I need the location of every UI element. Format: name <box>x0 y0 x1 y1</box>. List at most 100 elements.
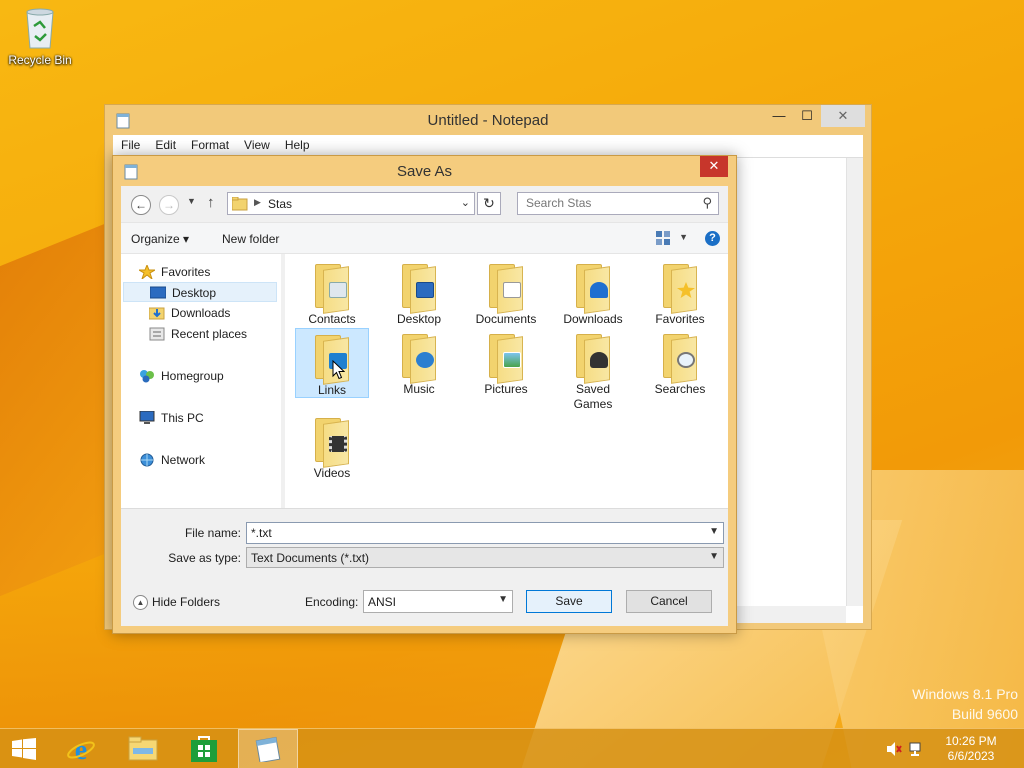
folder-label: Pictures <box>484 382 528 396</box>
notepad-title: Untitled - Notepad <box>427 112 549 129</box>
dialog-titlebar[interactable]: Save As ✕ <box>113 156 736 186</box>
homegroup-icon <box>139 369 155 383</box>
favorites-folder-icon <box>659 264 701 314</box>
encoding-select[interactable]: ANSI ▼ <box>363 590 513 613</box>
music-folder-icon <box>398 334 440 384</box>
system-tray: 10:26 PM 6/6/2023 <box>884 729 1024 768</box>
watermark-build: Build 9600 <box>951 706 1018 722</box>
search-placeholder: Search Stas <box>526 196 592 210</box>
internet-explorer-icon: e <box>67 735 95 763</box>
taskbar: e 10:26 PM 6/6/2023 <box>0 728 1024 768</box>
network-tray-icon[interactable] <box>908 741 924 757</box>
chevron-up-icon: ▲ <box>133 595 148 611</box>
taskbar-internet-explorer[interactable]: e <box>52 729 112 768</box>
nav-favorites[interactable]: Favorites <box>121 262 277 282</box>
address-bar[interactable]: ▶ Stas ⌄ <box>227 192 475 215</box>
close-button[interactable]: ✕ <box>821 105 865 127</box>
save-button[interactable]: Save <box>526 590 612 613</box>
save-type-select[interactable]: Text Documents (*.txt) ▼ <box>246 547 724 568</box>
address-dropdown-icon[interactable]: ⌄ <box>461 196 470 209</box>
speaker-muted-icon[interactable] <box>886 741 902 757</box>
folder-view: Contacts Desktop Documents Downloads Fav… <box>285 254 728 508</box>
recycle-bin[interactable]: Recycle Bin <box>6 6 74 67</box>
star-icon <box>137 263 157 281</box>
folder-videos[interactable]: Videos <box>295 412 369 482</box>
clock-time: 10:26 PM <box>945 734 997 748</box>
view-dropdown-icon[interactable]: ▼ <box>679 232 688 242</box>
menu-file[interactable]: File <box>113 135 147 157</box>
minimize-button[interactable]: — <box>765 105 793 127</box>
dialog-body: ← → ▼ ↑ ▶ Stas ⌄ ↻ Search Stas ⚲ Organiz… <box>121 186 728 626</box>
change-view-icon[interactable] <box>656 231 672 245</box>
folder-saved-games[interactable]: Saved Games <box>556 328 630 412</box>
documents-folder-icon <box>485 264 527 314</box>
hide-folders-button[interactable]: ▲ Hide Folders <box>133 595 220 611</box>
chevron-down-icon[interactable]: ▼ <box>498 594 508 605</box>
file-name-input[interactable]: *.txt ▼ <box>246 522 724 544</box>
recent-locations-chevron-icon[interactable]: ▼ <box>187 196 196 206</box>
search-input[interactable]: Search Stas ⚲ <box>517 192 719 215</box>
dialog-close-button[interactable]: ✕ <box>700 156 728 177</box>
chevron-down-icon[interactable]: ▼ <box>709 526 719 537</box>
save-type-value: Text Documents (*.txt) <box>251 551 370 565</box>
watermark-edition: Windows 8.1 Pro <box>912 686 1018 702</box>
notepad-titlebar[interactable]: Untitled - Notepad — ☐ ✕ <box>105 105 871 135</box>
contacts-folder-icon <box>311 264 353 314</box>
folder-label: Favorites <box>655 312 705 326</box>
cancel-button[interactable]: Cancel <box>626 590 712 613</box>
nav-network[interactable]: Network <box>121 450 277 470</box>
folder-pictures[interactable]: Pictures <box>469 328 543 398</box>
windows-logo-icon <box>12 738 36 760</box>
command-bar: Organize ▾ New folder ▼ ? <box>121 222 728 254</box>
downloads-icon <box>148 306 165 320</box>
menu-edit[interactable]: Edit <box>147 135 183 157</box>
nav-recent-places[interactable]: Recent places <box>121 324 277 344</box>
up-button[interactable]: ↑ <box>207 194 215 211</box>
chevron-down-icon[interactable]: ▼ <box>709 551 719 562</box>
file-name-label: File name: <box>184 526 241 540</box>
refresh-button[interactable]: ↻ <box>477 192 501 215</box>
folder-searches[interactable]: Searches <box>643 328 717 398</box>
nav-downloads[interactable]: Downloads <box>121 303 277 323</box>
nav-desktop[interactable]: Desktop <box>123 282 277 302</box>
folder-desktop[interactable]: Desktop <box>382 258 456 328</box>
breadcrumb-stas[interactable]: Stas <box>268 197 292 211</box>
menu-help[interactable]: Help <box>277 135 317 157</box>
saved-games-folder-icon <box>572 334 614 384</box>
taskbar-notepad[interactable] <box>238 729 298 768</box>
nav-this-pc[interactable]: This PC <box>121 408 277 428</box>
maximize-button[interactable]: ☐ <box>793 105 821 127</box>
folder-label: Music <box>403 382 435 396</box>
nav-homegroup-label: Homegroup <box>161 369 224 383</box>
recent-places-icon <box>149 327 165 341</box>
new-folder-button[interactable]: New folder <box>222 232 279 246</box>
save-type-label: Save as type: <box>168 551 241 565</box>
videos-folder-icon <box>311 418 353 468</box>
search-icon: ⚲ <box>702 195 712 210</box>
folder-downloads[interactable]: Downloads <box>556 258 630 328</box>
taskbar-clock[interactable]: 10:26 PM 6/6/2023 <box>936 734 1006 764</box>
taskbar-store[interactable] <box>174 729 234 768</box>
help-icon[interactable]: ? <box>705 231 720 246</box>
forward-button[interactable]: → <box>159 195 179 215</box>
organize-button[interactable]: Organize ▾ <box>131 232 189 246</box>
nav-homegroup[interactable]: Homegroup <box>121 366 277 386</box>
wallpaper-shape <box>0 217 120 613</box>
encoding-label: Encoding: <box>305 595 359 609</box>
folder-documents[interactable]: Documents <box>469 258 543 328</box>
back-button[interactable]: ← <box>131 195 151 215</box>
folder-favorites[interactable]: Favorites <box>643 258 717 328</box>
vertical-scrollbar[interactable] <box>846 158 863 606</box>
menu-format[interactable]: Format <box>183 135 236 157</box>
start-button[interactable] <box>0 729 60 768</box>
store-icon <box>191 736 217 762</box>
computer-icon <box>139 410 155 425</box>
folder-contacts[interactable]: Contacts <box>295 258 369 328</box>
folder-label: Documents <box>475 312 537 326</box>
folder-music[interactable]: Music <box>382 328 456 398</box>
mouse-cursor-icon <box>332 359 346 383</box>
taskbar-file-explorer[interactable] <box>112 729 172 768</box>
svg-text:e: e <box>75 735 87 763</box>
menu-view[interactable]: View <box>236 135 277 157</box>
navigation-pane: Favorites Desktop Downloads Recent place… <box>121 254 281 508</box>
